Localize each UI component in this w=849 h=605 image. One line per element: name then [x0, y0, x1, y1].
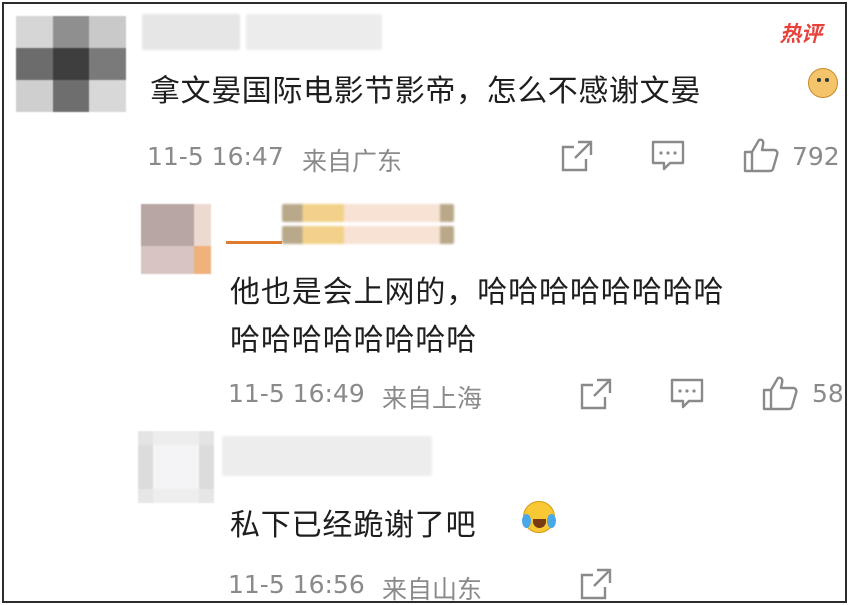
reply-icon[interactable]: [669, 377, 705, 411]
like-icon[interactable]: [761, 374, 799, 412]
comment-text: 拿文晏国际电影节影帝，怎么不感谢文晏: [150, 74, 701, 109]
username[interactable]: [282, 204, 454, 222]
reply-icon[interactable]: [650, 139, 686, 173]
share-icon[interactable]: [579, 377, 613, 411]
username-underline: [226, 241, 282, 244]
comment-thread: 热评 拿文晏国际电影节影帝，怎么不感谢文晏 11-5 16:47 来自广东 79…: [2, 2, 847, 603]
username[interactable]: [142, 14, 240, 50]
comment-text: 他也是会上网的，哈哈哈哈哈哈哈哈: [230, 275, 725, 310]
username: [282, 226, 454, 244]
avatar[interactable]: [16, 16, 126, 112]
doge-emoji-icon: [808, 68, 838, 98]
like-count: 58: [812, 379, 844, 408]
comment-time: 11-5 16:47: [147, 142, 284, 171]
comment-location: 来自广东: [302, 147, 403, 176]
username-suffix: [246, 14, 382, 50]
watermark-fade: [605, 511, 845, 601]
share-icon[interactable]: [560, 139, 594, 173]
hot-comment-badge: 热评: [780, 22, 822, 46]
comment-location: 来自上海: [382, 384, 483, 413]
like-count: 792: [792, 142, 840, 171]
username[interactable]: [222, 436, 432, 476]
comment-time: 11-5 16:49: [228, 379, 365, 408]
avatar[interactable]: [141, 204, 211, 274]
laugh-cry-emoji-icon: [522, 501, 556, 533]
like-icon[interactable]: [742, 136, 780, 174]
comment-text-line2: 哈哈哈哈哈哈哈哈: [230, 323, 478, 358]
comment-text: 私下已经跪谢了吧: [230, 508, 477, 543]
comment-location: 来自山东: [382, 575, 483, 603]
avatar[interactable]: [138, 431, 214, 503]
comment-time: 11-5 16:56: [228, 570, 365, 599]
